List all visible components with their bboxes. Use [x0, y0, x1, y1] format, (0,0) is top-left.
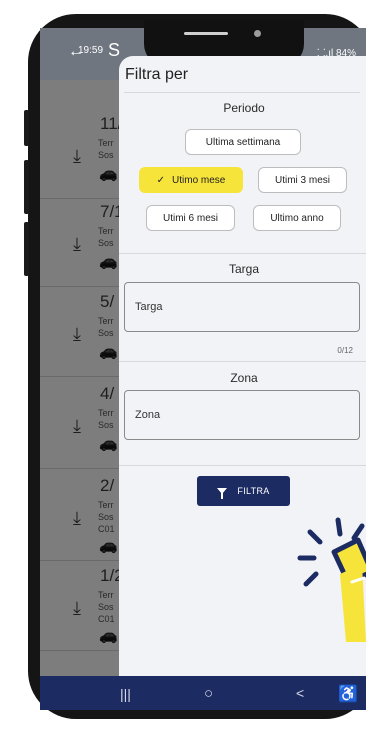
chip-label: Utimi 6 mesi — [162, 212, 218, 224]
zona-label: Zona — [230, 371, 258, 385]
item-date: 4/ — [100, 384, 115, 403]
accessibility-icon[interactable]: ♿ — [338, 684, 358, 704]
car-icon: 🚗 — [99, 627, 118, 644]
speaker-bar — [184, 32, 228, 35]
spark-line — [303, 571, 319, 587]
item-line: Sos — [98, 150, 114, 160]
highlighter-body — [340, 564, 366, 642]
download-icon[interactable]: ⤓ — [73, 416, 81, 437]
spark-line — [335, 517, 343, 537]
back-button[interactable]: < — [296, 685, 304, 701]
download-icon[interactable]: ⤓ — [73, 324, 81, 345]
chip-label: Ultima settimana — [205, 136, 281, 148]
targa-counter: 0/12 — [337, 346, 353, 355]
chip-ultimo-mese[interactable]: ✓ Utimo mese — [139, 167, 243, 193]
car-icon: 🚗 — [99, 435, 118, 452]
filter-panel-title: Filtra per — [125, 66, 189, 83]
item-line: Terr — [98, 408, 114, 418]
item-line: C01 — [98, 614, 115, 624]
targa-input[interactable]: Targa — [124, 282, 360, 332]
item-line: C01 — [98, 524, 115, 534]
filtra-button[interactable]: FILTRA — [197, 476, 290, 506]
recents-button[interactable]: ||| — [120, 686, 131, 702]
car-icon: 🚗 — [99, 165, 118, 182]
item-line: Terr — [98, 138, 114, 148]
item-line: Sos — [98, 512, 114, 522]
item-date: 2/ — [100, 476, 115, 495]
check-icon: ✓ — [156, 174, 166, 186]
divider — [119, 465, 366, 466]
targa-placeholder: Targa — [135, 301, 163, 313]
spark-line — [351, 523, 365, 541]
item-line: Terr — [98, 316, 114, 326]
car-icon: 🚗 — [99, 343, 118, 360]
item-line: Sos — [98, 602, 114, 612]
highlight-decoration — [297, 517, 366, 642]
filtra-button-label: FILTRA — [237, 486, 270, 496]
download-icon[interactable]: ⤓ — [73, 234, 81, 255]
phone-side-button — [24, 222, 29, 276]
download-icon[interactable]: ⤓ — [73, 508, 81, 529]
home-button[interactable]: ○ — [204, 685, 213, 702]
divider — [124, 92, 360, 93]
phone-side-button — [24, 110, 29, 146]
chip-label: Utimo mese — [172, 174, 226, 186]
item-line: Terr — [98, 226, 114, 236]
phone-side-button — [24, 160, 29, 214]
download-icon[interactable]: ⤓ — [73, 598, 81, 619]
download-icon[interactable]: ⤓ — [73, 146, 81, 167]
nav-bar — [40, 676, 366, 710]
chip-ultimi-6-mesi[interactable]: Utimi 6 mesi — [146, 205, 235, 231]
targa-label: Targa — [228, 262, 260, 276]
chip-ultimo-anno[interactable]: Ultimo anno — [253, 205, 341, 231]
item-line: Sos — [98, 328, 114, 338]
divider — [119, 361, 366, 362]
chip-label: Utimi 3 mesi — [274, 174, 330, 186]
item-date: 5/ — [100, 292, 115, 311]
chip-label: Ultimo anno — [270, 212, 324, 224]
divider — [119, 253, 366, 254]
zona-placeholder: Zona — [135, 409, 161, 421]
spark-line — [307, 529, 323, 545]
item-line: Terr — [98, 590, 114, 600]
zona-input[interactable]: Zona — [124, 390, 360, 440]
chip-ultima-settimana[interactable]: Ultima settimana — [185, 129, 301, 155]
periodo-label: Periodo — [223, 101, 265, 115]
car-icon: 🚗 — [99, 253, 118, 270]
item-line: Sos — [98, 420, 114, 430]
filter-icon — [217, 488, 228, 499]
camera-dot — [254, 30, 261, 37]
item-line: Sos — [98, 238, 114, 248]
chip-ultimi-3-mesi[interactable]: Utimi 3 mesi — [258, 167, 347, 193]
item-line: Terr — [98, 500, 114, 510]
status-time: 19:59 — [78, 45, 104, 56]
car-icon: 🚗 — [99, 537, 118, 554]
